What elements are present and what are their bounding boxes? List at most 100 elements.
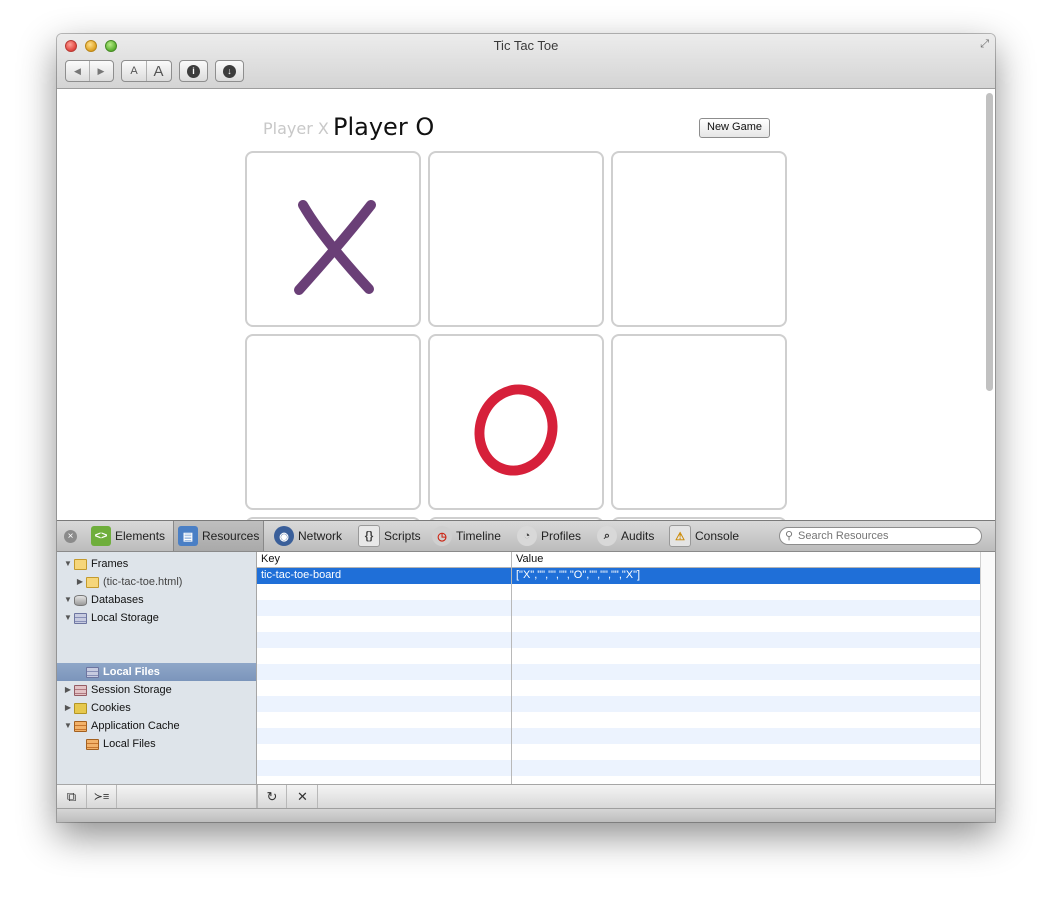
session-storage-icon [74,684,87,696]
board-cell-4[interactable] [428,334,604,510]
scripts-icon: {} [358,525,380,547]
board-cell-5[interactable] [611,334,787,510]
collapsed-arrow-icon[interactable]: ▶ [63,681,73,699]
resources-icon: ▤ [178,526,198,546]
collapsed-arrow-icon[interactable]: ▶ [75,573,85,591]
console-toggle-button[interactable]: ≻≡ [87,785,117,808]
tab-timeline[interactable]: ◷ Timeline [428,521,505,551]
window-bottom-bar [57,808,995,822]
window-title: Tic Tac Toe [493,38,559,53]
tab-resources[interactable]: ▤ Resources [173,521,265,551]
text-smaller-button[interactable]: A [122,61,146,81]
table-row-empty [257,696,980,712]
text-size-group: A A [121,60,172,82]
tree-label: Local Storage [91,612,159,624]
forward-button[interactable]: ▶ [89,61,112,81]
inspector-status-bar: ⧉ ≻≡ ↻ ✕ [57,784,995,808]
elements-icon: <> [91,526,111,546]
database-icon [74,594,87,606]
back-button[interactable]: ◀ [66,61,89,81]
column-header-key[interactable]: Key [261,553,280,565]
o-mark [474,384,558,476]
app-cache-icon [74,720,87,732]
search-resources-input[interactable] [779,527,982,545]
text-larger-button[interactable]: A [146,61,170,81]
fullscreen-icon[interactable]: ⤢ [980,38,989,51]
tree-item-frame-file[interactable]: ▶ (tic-tac-toe.html) [75,573,183,591]
status-bar-spacer [118,785,257,808]
tree-item-local-files-storage[interactable]: Local Files [75,663,160,681]
expanded-arrow-icon[interactable]: ▼ [63,609,73,627]
console-icon: ⚠ [669,525,691,547]
refresh-button[interactable]: ↻ [257,785,287,808]
text-larger-icon: A [153,62,164,80]
tab-network-label: Network [298,529,343,543]
tree-label: Local Files [103,738,156,750]
table-cell-key[interactable]: tic-tac-toe-board [261,569,341,581]
tree-item-frames[interactable]: ▼ Frames [63,555,128,573]
refresh-icon: ↻ [266,788,278,804]
table-cell-value[interactable]: ["X","","","","O","","","","X"] [516,569,640,581]
expanded-arrow-icon[interactable]: ▼ [63,555,73,573]
profiles-icon: ◔ [517,526,537,546]
tree-label: (tic-tac-toe.html) [103,576,183,588]
table-row[interactable]: tic-tac-toe-board ["X","","","","O","","… [257,568,980,584]
tab-profiles[interactable]: ◔ Profiles [513,521,585,551]
folder-icon [74,558,87,570]
tab-console-label: Console [695,529,740,543]
column-header-value[interactable]: Value [516,553,543,565]
info-button[interactable]: i [179,60,208,82]
new-game-button[interactable]: New Game [699,118,771,138]
tree-item-local-storage[interactable]: ▼ Local Storage [63,609,159,627]
delete-button[interactable]: ✕ [288,785,318,808]
column-divider[interactable] [511,552,512,784]
table-row-empty [257,632,980,648]
board-cell-0[interactable] [245,151,421,327]
tree-label: Cookies [91,702,131,714]
downloads-button[interactable]: ↓ [215,60,244,82]
download-icon: ↓ [223,64,236,78]
tab-scripts-label: Scripts [384,529,421,543]
network-icon: ◉ [274,526,294,546]
info-icon: i [187,64,200,78]
board-cell-3[interactable] [245,334,421,510]
table-row-empty [257,664,980,680]
delete-icon: ✕ [297,788,308,804]
tab-resources-label: Resources [202,529,260,543]
back-icon: ◀ [74,65,81,76]
tab-audits-label: Audits [621,529,655,543]
collapsed-arrow-icon[interactable]: ▶ [63,699,73,717]
tree-item-cookies[interactable]: ▶ Cookies [63,699,131,717]
close-inspector-icon[interactable]: × [64,530,77,543]
tab-elements[interactable]: <> Elements [89,521,171,551]
text-smaller-icon: A [130,65,138,77]
app-cache-icon [86,738,99,750]
dock-toggle-button[interactable]: ⧉ [57,785,87,808]
tab-scripts[interactable]: {} Scripts [354,521,425,551]
tree-label: Frames [91,558,129,570]
page-scrollbar[interactable] [986,93,993,391]
tree-item-databases[interactable]: ▼ Databases [63,591,144,609]
tree-item-local-files-cache[interactable]: Local Files [75,735,156,753]
tree-label: Application Cache [91,720,180,732]
local-storage-icon [74,612,87,624]
tab-network[interactable]: ◉ Network [270,521,346,551]
board-cell-2[interactable] [611,151,787,327]
dock-icon: ⧉ [66,788,77,804]
expanded-arrow-icon[interactable]: ▼ [63,591,73,609]
browser-window: Tic Tac Toe ⤢ ◀ ▶ A A i ↓ Player X Playe… [57,34,995,822]
player-o-label: Player O [333,113,435,141]
player-x-label: Player X [263,119,329,138]
folder-icon [86,576,99,588]
web-content: Player X Player O New Game [57,89,995,520]
tree-item-application-cache[interactable]: ▼ Application Cache [63,717,180,735]
tab-console[interactable]: ⚠ Console [665,521,743,551]
inspector-toolbar: × <> Elements ▤ Resources ◉ Network {} S… [57,520,995,552]
timeline-icon: ◷ [432,526,452,546]
grid-scrollbar[interactable] [980,552,995,784]
expanded-arrow-icon[interactable]: ▼ [63,717,73,735]
board-cell-1[interactable] [428,151,604,327]
audits-icon: ⌕ [597,526,617,546]
tab-audits[interactable]: ⌕ Audits [593,521,658,551]
tree-item-session-storage[interactable]: ▶ Session Storage [63,681,172,699]
